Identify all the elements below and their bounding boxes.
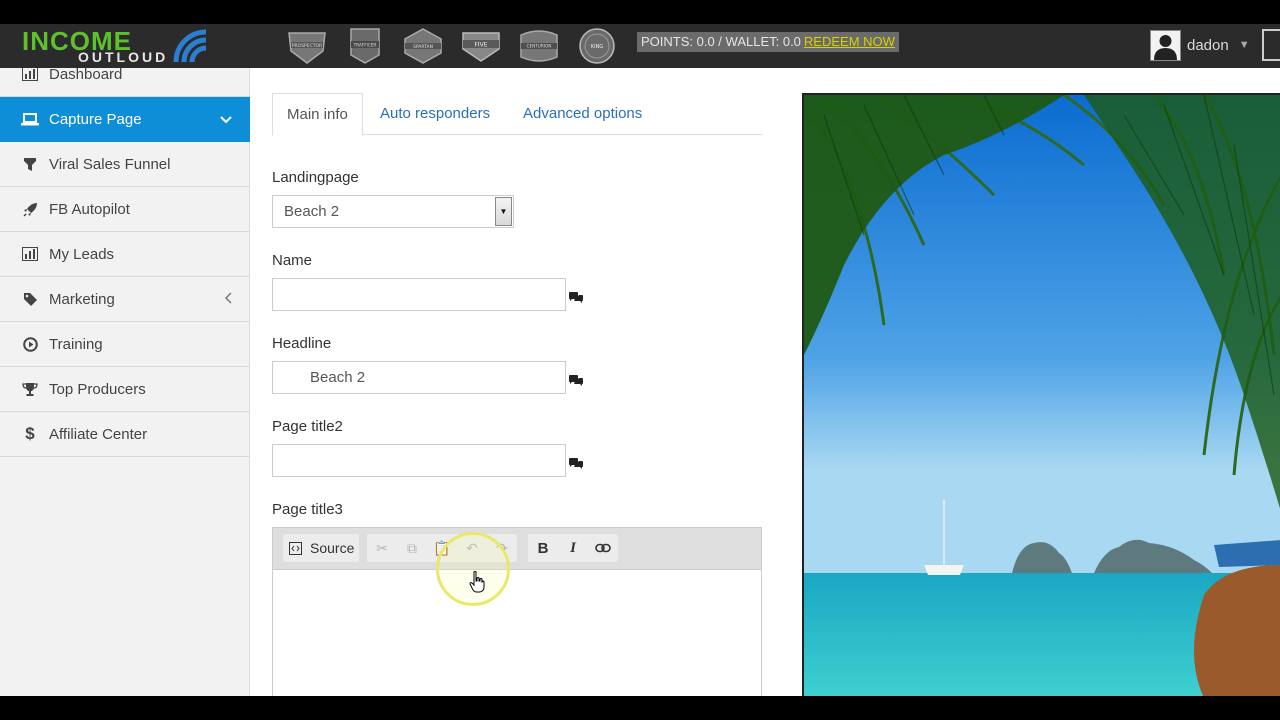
sidebar-item-label: Capture Page [49, 111, 142, 128]
sidebar-item-label: My Leads [49, 245, 115, 263]
tab-main-info[interactable]: Main info [272, 93, 363, 136]
beach-photo [804, 95, 1280, 696]
sidebar-item-fb-autopilot[interactable]: FB Autopilot [0, 187, 250, 232]
sidebar-item-viral-sales-funnel[interactable]: Viral Sales Funnel [0, 142, 250, 187]
source-button[interactable]: Source [283, 534, 359, 562]
link-icon[interactable] [588, 534, 618, 562]
sidebar-item-training[interactable]: Training [0, 322, 250, 367]
sidebar-item-label: Top Producers [49, 380, 146, 398]
sidebar-item-dashboard[interactable]: Dashboard [0, 68, 250, 97]
main-form-panel: Main info Auto responders Advanced optio… [272, 68, 772, 696]
badge-five-icon[interactable]: FIVE [459, 27, 503, 65]
badge-spartan-icon[interactable]: SPARTAN [401, 27, 445, 65]
top-navbar: INCOME OUTLOUD PROSPECTOR TRAFFICER SPAR… [0, 24, 1280, 68]
comments-icon[interactable] [568, 458, 584, 470]
logo-text-bottom: OUTLOUD [78, 49, 169, 65]
svg-text:CENTURION: CENTURION [527, 44, 552, 49]
bar-chart-icon [20, 68, 40, 81]
user-silhouette-icon [1154, 34, 1177, 60]
badge-trafficer-icon[interactable]: TRAFFICER [343, 27, 387, 65]
tag-icon [20, 292, 40, 307]
bar-chart-icon [20, 247, 40, 261]
svg-text:KING: KING [591, 44, 603, 50]
sidebar-item-label: Marketing [49, 290, 115, 308]
broadcast-icon [173, 29, 207, 63]
sidebar: Dashboard Capture Page Viral Sales Funne… [0, 68, 250, 696]
points-wallet-status: POINTS: 0.0 / WALLET: 0.0 REDEEM NOW [637, 32, 899, 52]
play-circle-icon [20, 336, 40, 352]
rich-text-editor: Source ✂ ⧉ 📋 ↶ ↷ B I [272, 527, 762, 696]
bold-icon[interactable]: B [528, 534, 558, 562]
format-group: B I [528, 534, 618, 562]
page-title3-label: Page title3 [272, 501, 343, 518]
dropdown-arrow-icon[interactable]: ▼ [495, 197, 512, 226]
app-content: Dashboard Capture Page Viral Sales Funne… [0, 68, 1280, 696]
headline-input[interactable]: Beach 2 [272, 361, 566, 394]
redeem-now-link[interactable]: REDEEM NOW [804, 34, 895, 49]
points-wallet-text: POINTS: 0.0 / WALLET: 0.0 [641, 34, 801, 49]
sidebar-item-label: Dashboard [49, 68, 123, 83]
achievement-badges: PROSPECTOR TRAFFICER SPARTAN FIVE CENTUR… [285, 24, 619, 68]
qr-code-icon[interactable] [1262, 29, 1280, 61]
tab-auto-responders[interactable]: Auto responders [366, 93, 504, 135]
editor-content-area[interactable] [273, 570, 761, 696]
landingpage-label: Landingpage [272, 169, 359, 186]
cursor-highlight [436, 532, 510, 606]
sidebar-item-label: Viral Sales Funnel [49, 155, 171, 173]
hand-pointer-icon [469, 571, 485, 593]
page-title2-label: Page title2 [272, 418, 343, 435]
bottom-letterbox [0, 696, 1280, 720]
italic-icon[interactable]: I [558, 534, 588, 562]
funnel-icon [20, 157, 40, 172]
sidebar-item-affiliate-center[interactable]: $ Affiliate Center [0, 412, 250, 457]
source-icon [289, 541, 302, 555]
svg-text:SPARTAN: SPARTAN [413, 44, 433, 50]
chevron-down-icon [220, 112, 232, 127]
sidebar-item-label: FB Autopilot [49, 200, 130, 218]
logo[interactable]: INCOME OUTLOUD [22, 26, 222, 66]
landingpage-select[interactable]: Beach 2 ▼ [272, 195, 514, 228]
sidebar-item-capture-page[interactable]: Capture Page [0, 97, 250, 142]
sidebar-item-label: Training [49, 335, 103, 353]
badge-king-icon[interactable]: KING [575, 27, 619, 65]
badge-centurion-icon[interactable]: CENTURION [517, 27, 561, 65]
chevron-down-icon: ▼ [1238, 39, 1250, 51]
editor-toolbar: Source ✂ ⧉ 📋 ↶ ↷ B I [273, 528, 761, 570]
laptop-icon [20, 113, 40, 126]
sidebar-item-top-producers[interactable]: Top Producers [0, 367, 250, 412]
screen: INCOME OUTLOUD PROSPECTOR TRAFFICER SPAR… [0, 0, 1280, 720]
cut-icon[interactable]: ✂ [367, 534, 397, 562]
copy-icon[interactable]: ⧉ [397, 534, 427, 562]
username: dadon [1187, 36, 1229, 54]
source-label: Source [310, 540, 355, 556]
page-title2-input[interactable] [272, 444, 566, 477]
name-input[interactable] [272, 278, 566, 311]
badge-prospector-icon[interactable]: PROSPECTOR [285, 27, 329, 65]
name-label: Name [272, 252, 313, 269]
comments-icon[interactable] [568, 292, 584, 304]
svg-text:FIVE: FIVE [474, 42, 487, 49]
sidebar-item-marketing[interactable]: Marketing [0, 277, 250, 322]
dollar-icon: $ [25, 424, 35, 443]
trophy-icon [20, 382, 40, 397]
headline-label: Headline [272, 335, 332, 352]
comments-icon[interactable] [568, 375, 584, 387]
avatar [1150, 29, 1181, 61]
landing-page-preview-image [802, 93, 1280, 696]
svg-text:PROSPECTOR: PROSPECTOR [292, 43, 322, 49]
chevron-left-icon [224, 291, 232, 307]
tab-advanced-options[interactable]: Advanced options [509, 93, 656, 135]
tab-bar: Main info Auto responders Advanced optio… [272, 93, 762, 136]
landingpage-selected-value: Beach 2 [284, 203, 340, 220]
sidebar-item-my-leads[interactable]: My Leads [0, 232, 250, 277]
rocket-icon [20, 202, 40, 217]
user-menu[interactable]: dadon ▼ [1150, 28, 1250, 62]
sidebar-item-label: Affiliate Center [49, 425, 148, 443]
svg-text:TRAFFICER: TRAFFICER [353, 43, 377, 48]
